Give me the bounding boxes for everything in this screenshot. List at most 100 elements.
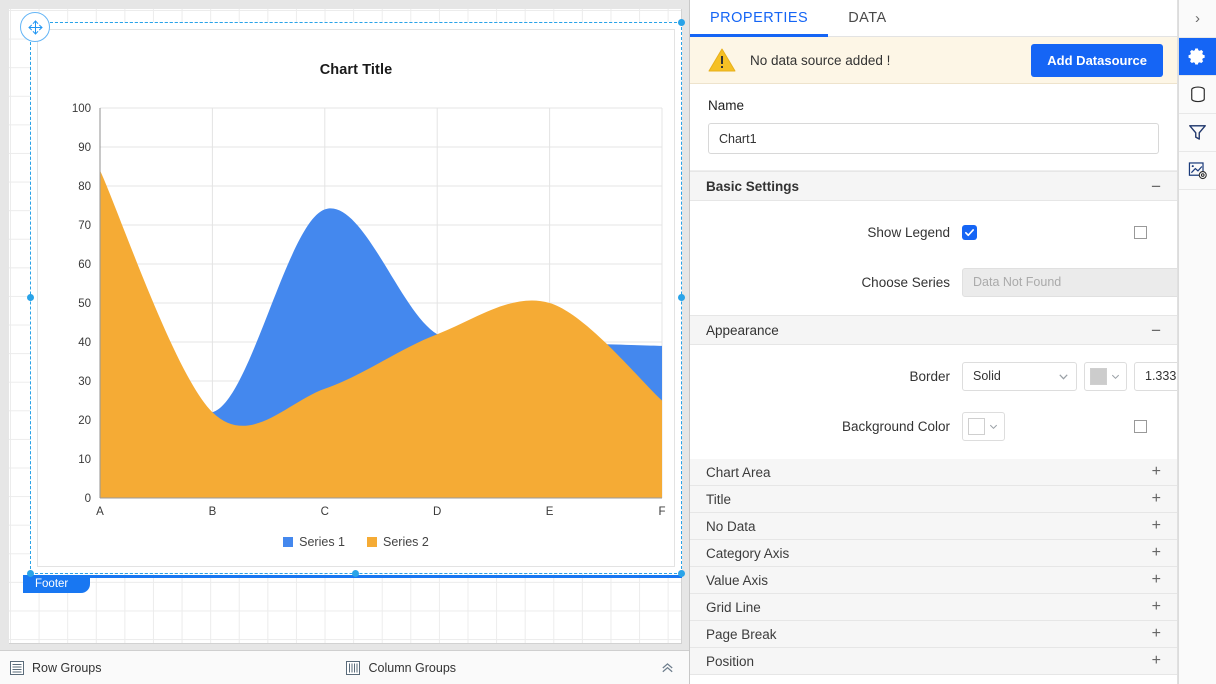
name-input[interactable] [708, 123, 1159, 154]
rows-icon [10, 660, 24, 675]
collapsed-section-category-axis[interactable]: Category Axis + [690, 540, 1177, 567]
column-groups-button[interactable]: Column Groups [346, 660, 457, 675]
collapsed-section-page-break[interactable]: Page Break + [690, 621, 1177, 648]
row-border: Border Solid 1.333 [690, 351, 1177, 401]
value-axis-tick-label: 90 [78, 142, 91, 154]
settings-gear-icon[interactable] [1179, 38, 1216, 76]
collapsed-section-label: Value Axis [706, 572, 769, 588]
filter-funnel-icon[interactable] [1179, 114, 1216, 152]
border-color-picker[interactable] [1084, 361, 1127, 391]
background-color-expression-checkbox[interactable] [1134, 419, 1147, 433]
show-legend-checkbox[interactable] [962, 224, 977, 240]
collapsed-section-chart-area[interactable]: Chart Area + [690, 459, 1177, 486]
row-groups-button[interactable]: Row Groups [10, 660, 101, 675]
show-legend-label: Show Legend [867, 224, 950, 240]
collapsed-section-value-axis[interactable]: Value Axis + [690, 567, 1177, 594]
data-database-icon[interactable] [1179, 76, 1216, 114]
section-toggle-appearance[interactable]: − [1151, 322, 1161, 339]
value-axis-tick-label: 100 [72, 103, 91, 115]
collapsed-section-expand-icon[interactable]: + [1152, 599, 1161, 615]
background-color-swatch [968, 417, 985, 435]
collapsed-section-label: Grid Line [706, 599, 761, 615]
datasource-warning-banner: No data source added ! Add Datasource [690, 37, 1177, 84]
border-color-swatch [1090, 367, 1107, 385]
legend-label: Series 1 [299, 535, 345, 549]
selection-handle-bottom-left[interactable] [27, 570, 34, 577]
chart-report-item[interactable]: Chart Title 0 10 20 30 40 50 60 70 80 90 100 A B C D E F… [20, 12, 685, 577]
border-width-value[interactable]: 1.333 [1135, 363, 1177, 390]
section-header-appearance[interactable]: Appearance − [690, 315, 1177, 345]
selection-handle-bottom-right[interactable] [678, 570, 685, 577]
collapsed-section-title[interactable]: Title + [690, 486, 1177, 513]
report-paper[interactable]: Chart Title 0 10 20 30 40 50 60 70 80 90 100 A B C D E F… [9, 9, 685, 644]
add-datasource-button[interactable]: Add Datasource [1031, 43, 1163, 77]
border-style-select[interactable]: Solid [962, 361, 1077, 391]
legend-item[interactable]: Series 1 [283, 535, 345, 549]
collapsed-section-expand-icon[interactable]: + [1152, 545, 1161, 561]
properties-scroll-area[interactable]: Name Basic Settings − Show Legend [690, 84, 1177, 684]
legend-item[interactable]: Series 2 [367, 535, 429, 549]
collapsed-section-position[interactable]: Position + [690, 648, 1177, 675]
selection-handle-bottom-center[interactable] [352, 570, 359, 577]
background-color-label: Background Color [841, 418, 950, 434]
section-body-appearance: Border Solid 1.333 Background Color [690, 345, 1177, 459]
chart-frame: Chart Title 0 10 20 30 40 50 60 70 80 90 100 A B C D E F… [37, 29, 675, 567]
tab-data-label: DATA [848, 10, 887, 26]
footer-section-tab[interactable]: Footer [23, 575, 91, 593]
section-toggle-basic-settings[interactable]: − [1151, 178, 1161, 195]
properties-panel: PROPERTIES DATA No data source added ! A… [690, 0, 1178, 684]
column-groups-label: Column Groups [368, 660, 457, 675]
collapsed-section-expand-icon[interactable]: + [1152, 626, 1161, 642]
collapsed-section-expand-icon[interactable]: + [1152, 518, 1161, 534]
report-designer-surface[interactable]: Chart Title 0 10 20 30 40 50 60 70 80 90 100 A B C D E F… [0, 0, 690, 684]
panel-tabs: PROPERTIES DATA [690, 0, 1177, 37]
tab-properties[interactable]: PROPERTIES [690, 0, 829, 37]
collapsed-section-expand-icon[interactable]: + [1152, 464, 1161, 480]
expand-panel-icon[interactable]: › [1179, 0, 1216, 38]
move-handle-icon[interactable] [20, 12, 50, 42]
name-field-block: Name [690, 84, 1177, 171]
value-axis-tick-label: 70 [78, 220, 91, 232]
section-title-basic-settings: Basic Settings [706, 178, 800, 194]
collapsed-section-expand-icon[interactable]: + [1152, 653, 1161, 669]
border-width-stepper[interactable]: 1.333 [1134, 361, 1177, 391]
choose-series-select[interactable]: Data Not Found [962, 267, 1177, 297]
collapsed-section-label: Position [706, 653, 755, 669]
rail-filler [1179, 190, 1216, 684]
tab-data[interactable]: DATA [828, 0, 907, 36]
collapsed-section-expand-icon[interactable]: + [1152, 491, 1161, 507]
value-axis-tick-label: 60 [78, 259, 91, 271]
border-style-value: Solid [973, 369, 1001, 383]
category-axis-tick-label: F [658, 506, 665, 518]
right-icon-rail: › [1178, 0, 1216, 684]
chevron-double-up-icon[interactable] [660, 660, 675, 675]
choose-series-value: Data Not Found [973, 275, 1062, 289]
chart-settings-icon[interactable] [1179, 152, 1216, 190]
chevron-down-icon [988, 421, 999, 432]
value-axis-tick-label: 80 [78, 181, 91, 193]
legend-label: Series 2 [383, 535, 429, 549]
section-title-appearance: Appearance [706, 322, 779, 338]
value-axis-tick-label: 20 [78, 415, 91, 427]
section-header-basic-settings[interactable]: Basic Settings − [690, 171, 1177, 201]
row-background-color: Background Color [690, 401, 1161, 451]
chart-svg: 0 10 20 30 40 50 60 70 80 90 100 A B C D E F [72, 103, 666, 518]
tab-properties-label: PROPERTIES [710, 10, 809, 26]
row-show-legend: Show Legend [690, 207, 1161, 257]
legend-swatch-icon [367, 537, 377, 547]
name-field-label: Name [708, 98, 745, 113]
value-axis-tick-label: 40 [78, 337, 91, 349]
selection-handle-middle-left[interactable] [27, 294, 34, 301]
value-axis-tick-label: 30 [78, 376, 91, 388]
row-choose-series: Choose Series Data Not Found [690, 257, 1177, 307]
selection-handle-top-right[interactable] [678, 19, 685, 26]
collapsed-section-no-data[interactable]: No Data + [690, 513, 1177, 540]
collapsed-section-expand-icon[interactable]: + [1152, 572, 1161, 588]
background-color-picker[interactable] [962, 411, 1005, 441]
category-axis-tick-label: D [433, 506, 441, 518]
selection-handle-middle-right[interactable] [678, 294, 685, 301]
chart-plot-area: 0 10 20 30 40 50 60 70 80 90 100 A B C D E F [38, 30, 674, 566]
collapsed-section-grid-line[interactable]: Grid Line + [690, 594, 1177, 621]
collapsed-section-label: Chart Area [706, 464, 771, 480]
show-legend-expression-checkbox[interactable] [1134, 225, 1147, 239]
